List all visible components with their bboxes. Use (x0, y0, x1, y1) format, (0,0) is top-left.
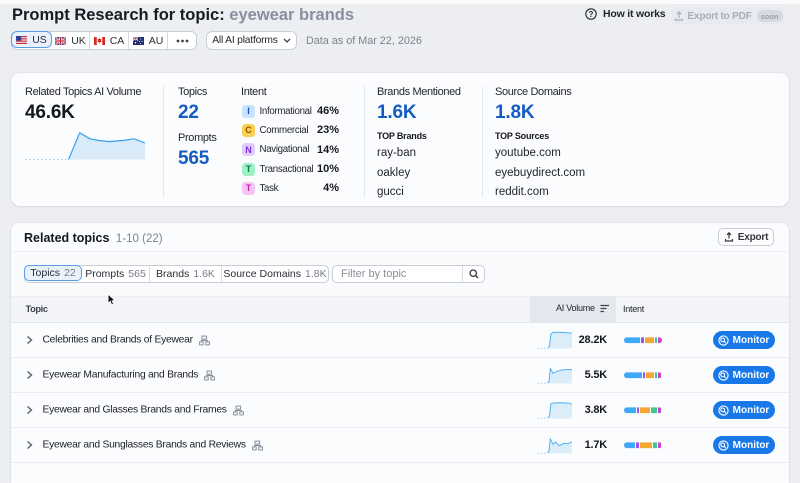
svg-text:?: ? (589, 10, 594, 19)
